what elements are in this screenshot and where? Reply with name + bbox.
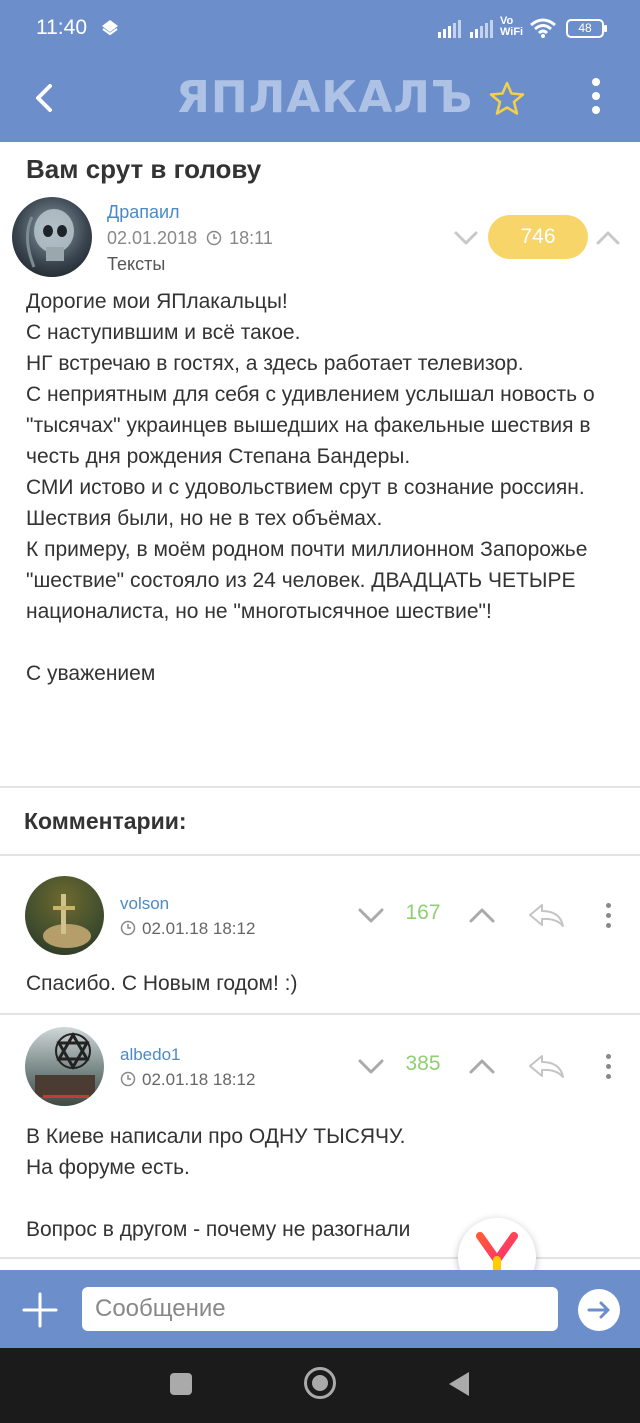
system-navigation-bar — [0, 1348, 640, 1423]
favorite-star-icon[interactable] — [487, 79, 527, 119]
overflow-menu-button[interactable] — [582, 78, 610, 120]
system-back-button[interactable] — [447, 1370, 471, 1398]
skull-avatar-image — [26, 209, 74, 268]
reply-icon[interactable] — [526, 900, 566, 930]
comment-vote-down-icon[interactable] — [356, 1051, 386, 1081]
app-bar: ЯПЛАКАЛЪ — [0, 58, 640, 142]
divider — [0, 1013, 640, 1015]
site-logo[interactable]: ЯПЛАКАЛЪ — [176, 72, 473, 123]
post-section-link[interactable]: Тексты — [107, 254, 165, 275]
comment-rating: 167 — [405, 901, 441, 924]
comment-date: 02.01.18 18:12 — [120, 919, 255, 939]
add-attachment-icon[interactable] — [22, 1292, 58, 1328]
message-input[interactable] — [82, 1287, 558, 1331]
clock-icon — [120, 1071, 136, 1087]
comment-menu-button[interactable] — [603, 903, 613, 937]
battery-icon: 48 — [566, 19, 607, 38]
commenter-avatar[interactable] — [25, 876, 104, 955]
post-title: Вам срут в голову — [26, 154, 262, 184]
message-composer — [0, 1270, 640, 1348]
post-rating-badge: 746 — [488, 215, 588, 259]
comment-menu-button[interactable] — [603, 1054, 613, 1088]
commenter-avatar[interactable] — [25, 1027, 104, 1106]
signal-icon-2 — [470, 20, 493, 38]
wifi-icon — [530, 18, 556, 38]
top-header: 11:40 Vo WiFi 48 ЯПЛАКАЛЪ — [0, 0, 640, 142]
divider — [0, 786, 640, 788]
sword-stone-avatar-image — [43, 894, 91, 948]
home-button[interactable] — [304, 1367, 336, 1399]
data-saver-icon — [102, 20, 118, 36]
comment-vote-up-icon[interactable] — [467, 1051, 497, 1081]
comment-author-link[interactable]: albedo1 — [120, 1045, 181, 1065]
comment-vote-down-icon[interactable] — [356, 900, 386, 930]
send-button[interactable] — [578, 1289, 620, 1331]
comments-heading: Комментарии: — [24, 808, 187, 834]
status-time: 11:40 — [36, 16, 87, 39]
status-bar: 11:40 Vo WiFi 48 — [0, 0, 640, 58]
recents-button[interactable] — [170, 1373, 192, 1395]
vote-up-icon[interactable] — [594, 224, 622, 252]
hexagram-avatar-image — [35, 1032, 95, 1098]
back-button[interactable] — [26, 78, 66, 118]
comment-text: Спасибо. С Новым годом! :) — [26, 972, 298, 995]
comment-vote-up-icon[interactable] — [467, 900, 497, 930]
clock-icon — [206, 230, 222, 246]
vowifi-indicator: Vo WiFi — [500, 15, 524, 38]
post-author-link[interactable]: Драпаил — [107, 202, 180, 223]
reply-icon[interactable] — [526, 1051, 566, 1081]
arrow-right-icon — [587, 1301, 610, 1319]
comment-date: 02.01.18 18:12 — [120, 1070, 255, 1090]
vote-down-icon[interactable] — [452, 224, 480, 252]
divider — [0, 854, 640, 856]
post-date: 02.01.2018 18:11 — [107, 228, 273, 248]
signal-icon — [438, 20, 461, 38]
author-avatar[interactable] — [12, 197, 92, 277]
clock-icon — [120, 920, 136, 936]
comment-rating: 385 — [405, 1052, 441, 1075]
post-body-text: Дорогие мои ЯПлакальцы! С наступившим и … — [26, 290, 595, 685]
comment-author-link[interactable]: volson — [120, 894, 169, 914]
divider — [0, 1257, 640, 1259]
